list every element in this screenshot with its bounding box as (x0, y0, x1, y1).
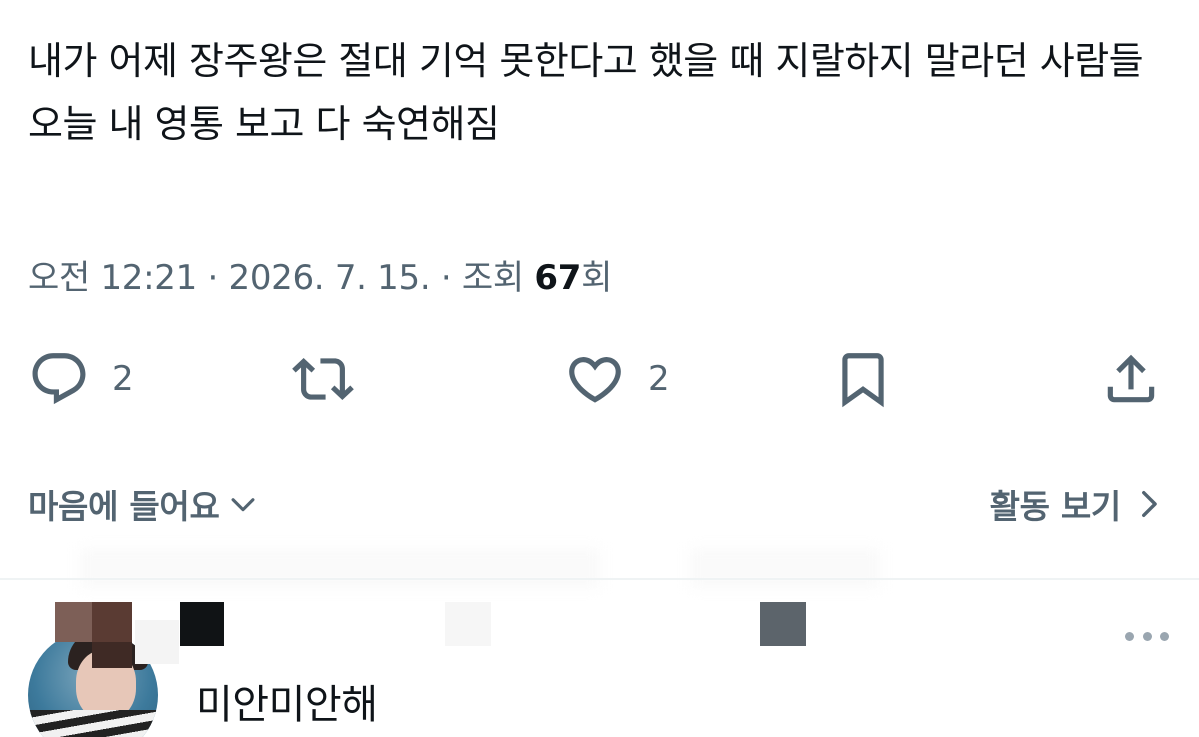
reply-icon (32, 353, 86, 405)
like-count: 2 (648, 359, 670, 399)
activity-label: 활동 보기 (989, 487, 1122, 526)
like-button[interactable]: 2 (564, 348, 670, 410)
retweet-icon (292, 358, 354, 400)
reply-item[interactable]: 미안미안해 (0, 580, 1199, 737)
bookmark-icon (842, 353, 884, 408)
view-activity-link[interactable]: 활동 보기 (990, 480, 1163, 528)
likes-label: 마음에 들어요 (28, 487, 220, 526)
retweet-button[interactable] (292, 348, 354, 410)
views-label: 조회 (461, 258, 524, 298)
tweet-meta: 오전 12:21 · 2026. 7. 15. · 조회 67회 (28, 250, 612, 299)
action-bar: 2 2 (0, 340, 1199, 420)
mosaic-censor (92, 602, 132, 642)
mosaic-censor (55, 602, 95, 642)
more-icon (1125, 631, 1134, 641)
tweet-time[interactable]: 오전 12:21 (28, 258, 197, 298)
mosaic-censor (445, 602, 491, 646)
bookmark-button[interactable] (832, 348, 894, 410)
share-button[interactable] (1100, 348, 1162, 410)
views-count: 67 (534, 258, 582, 298)
views-suffix: 회 (581, 258, 613, 298)
heart-icon (569, 357, 621, 403)
reply-button[interactable]: 2 (28, 348, 134, 410)
tweet-detail-page: 내가 어제 장주왕은 절대 기억 못한다고 했을 때 지랄하지 말라던 사람들 … (0, 0, 1199, 737)
reply-count: 2 (112, 359, 134, 399)
share-icon (1107, 354, 1155, 403)
mosaic-censor (760, 602, 806, 646)
chevron-down-icon (231, 498, 255, 512)
chevron-right-icon (1142, 490, 1157, 518)
more-icon-dot (1142, 631, 1152, 641)
reply-author-name[interactable]: 미안미안해 (196, 672, 378, 730)
mosaic-censor (135, 620, 179, 664)
tweet-date[interactable]: 2026. 7. 15. (228, 258, 430, 298)
tweet-text: 내가 어제 장주왕은 절대 기억 못한다고 했을 때 지랄하지 말라던 사람들 … (28, 39, 1144, 146)
more-button[interactable] (1125, 626, 1169, 646)
avatar-shirt (28, 710, 158, 737)
meta-separator: · (440, 258, 462, 298)
mosaic-censor (92, 642, 132, 668)
mosaic-censor (180, 602, 224, 646)
likes-dropdown[interactable]: 마음에 들어요 (28, 480, 260, 528)
meta-separator: · (207, 258, 229, 298)
more-icon-dot (1160, 631, 1169, 641)
